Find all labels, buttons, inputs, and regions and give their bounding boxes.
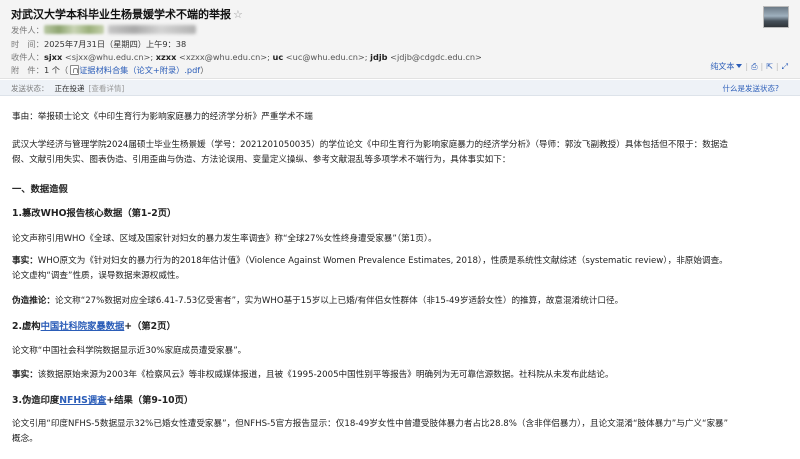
attachments-label: 附 件： xyxy=(11,65,44,75)
item-heading: 3.伪造印度NFHS调查+结果（第9-10页） xyxy=(12,395,194,406)
fact-label: 事实： xyxy=(12,370,38,380)
attachment-count: 1 个 xyxy=(44,65,60,75)
sender-label: 发件人： xyxy=(11,25,44,35)
send-status: 发送状态： 正在投递 [查看详情] xyxy=(11,84,125,93)
intro-paragraph: 武汉大学经济与管理学院2024届硕士毕业生杨景媛（学号：202120105003… xyxy=(12,140,728,165)
time-row: 时 间：2025年7月31日（星期四）上午9：38 xyxy=(11,38,186,50)
header-actions: 纯文本 | ⎙ | ⇱ | ⤢ xyxy=(710,61,788,72)
cass-data-link[interactable]: 中国社科院家暴数据 xyxy=(41,321,125,332)
send-status-bar: 发送状态： 正在投递 [查看详情] 什么是发送状态? xyxy=(0,80,800,96)
sender-email-redacted xyxy=(108,25,196,34)
section-heading: 一、数据造假 xyxy=(12,184,68,195)
claim-paragraph: 论文引用“印度NFHS-5数据显示32%已婚女性遭受家暴”，但NFHS-5官方报… xyxy=(12,419,729,444)
recipients-row: 收件人：sjxx <sjxx@whu.edu.cn>; xzxx <xzxx@w… xyxy=(11,51,482,63)
plain-text-link[interactable]: 纯文本 xyxy=(710,62,734,71)
fact-label: 事实： xyxy=(12,256,38,266)
nfhs-link[interactable]: NFHS调查 xyxy=(59,395,106,406)
sender-row: 发件人： xyxy=(11,24,196,36)
recipient[interactable]: uc <uc@whu.edu.cn>; xyxy=(273,52,368,62)
recipient[interactable]: jdjb <jdjb@cdgdc.edu.cn> xyxy=(370,52,482,62)
star-icon[interactable]: ☆ xyxy=(233,8,243,21)
email-header: 对武汉大学本科毕业生杨景媛学术不端的举报 ☆ 发件人： 时 间：2025年7月31… xyxy=(0,0,800,79)
status-details-link[interactable]: [查看详情] xyxy=(89,84,125,93)
claim-paragraph: 论文声称引用WHO《全球、区域及国家针对妇女的暴力发生率调查》称“全球27%女性… xyxy=(12,234,437,244)
status-help-link[interactable]: 什么是发送状态? xyxy=(723,83,779,94)
status-value: 正在投递 xyxy=(54,84,85,93)
recipient[interactable]: xzxx <xzxx@whu.edu.cn>; xyxy=(156,52,270,62)
recipient[interactable]: sjxx <sjxx@whu.edu.cn>; xyxy=(44,52,153,62)
fact-paragraph: 事实：WHO原文为《针对妇女的暴力行为的2018年估计值》（Violence A… xyxy=(12,256,728,281)
fact-paragraph: 事实：该数据原始来源为2003年《检察风云》等非权威媒体报道，且被《1995-2… xyxy=(12,370,614,380)
chevron-down-icon[interactable] xyxy=(736,64,743,68)
divider: | xyxy=(745,62,749,71)
recipients-label: 收件人： xyxy=(11,52,44,62)
sender-avatar[interactable] xyxy=(763,6,789,28)
time-label: 时 间： xyxy=(11,39,44,49)
attachment-link[interactable]: 证据材料合集（论文+附录）.pdf xyxy=(79,65,200,75)
print-icon[interactable]: ⎙ xyxy=(751,62,757,71)
item-heading: 1.篡改WHO报告核心数据（第1-2页） xyxy=(12,208,177,219)
divider: | xyxy=(775,62,779,71)
item-heading: 2.虚构中国社科院家暴数据+（第2页） xyxy=(12,321,176,332)
attachments-row: 附 件：1 个（ 证据材料合集（论文+附录）.pdf） xyxy=(11,65,209,75)
reason-line: 事由：举报硕士论文《中印生育行为影响家庭暴力的经济学分析》严重学术不端 xyxy=(12,112,313,122)
forward-icon[interactable]: ⇱ xyxy=(766,62,773,71)
sender-name-redacted[interactable] xyxy=(44,25,104,34)
divider: | xyxy=(760,62,764,71)
email-subject: 对武汉大学本科毕业生杨景媛学术不端的举报 ☆ xyxy=(11,8,243,21)
falsified-paragraph: 伪造推论：论文称“27%数据对应全球6.41-7.53亿受害者”，实为WHO基于… xyxy=(12,296,624,306)
claim-paragraph: 论文称“中国社会科学院数据显示近30%家庭成员遭受家暴”。 xyxy=(12,346,247,356)
sent-time: 2025年7月31日（星期四）上午9：38 xyxy=(44,39,187,49)
attachment-icon xyxy=(70,65,80,75)
expand-icon[interactable]: ⤢ xyxy=(782,62,788,71)
falsified-label: 伪造推论： xyxy=(12,296,55,306)
